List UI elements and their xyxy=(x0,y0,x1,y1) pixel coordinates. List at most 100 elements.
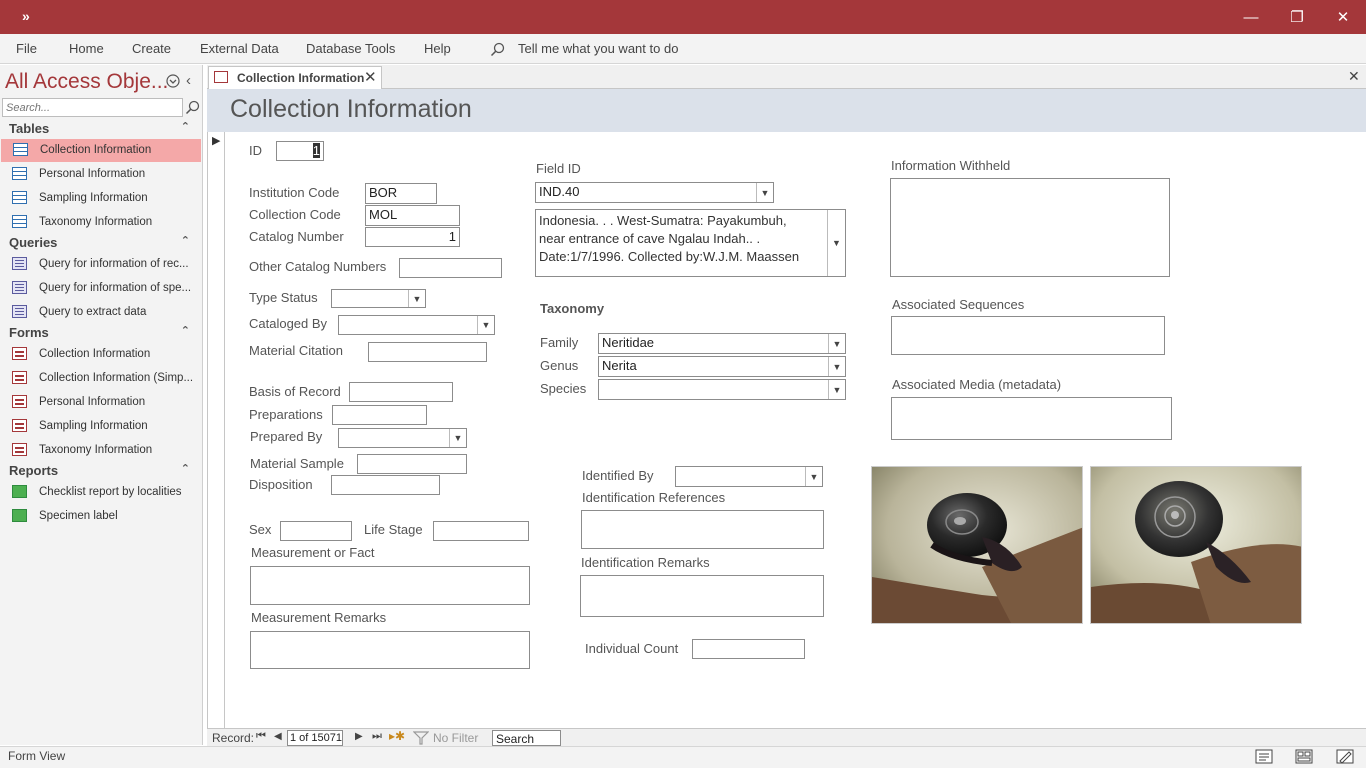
nav-item-form-personal-information[interactable]: Personal Information xyxy=(0,391,202,414)
chevron-down-icon[interactable]: ▼ xyxy=(756,183,773,202)
tab-home[interactable]: Home xyxy=(69,41,104,56)
restore-icon[interactable]: ❐ xyxy=(1274,0,1320,34)
life-stage-field[interactable] xyxy=(433,521,529,541)
next-record-icon[interactable]: ▶ xyxy=(355,731,363,742)
basis-of-record-field[interactable] xyxy=(349,382,453,402)
identification-remarks-field[interactable] xyxy=(580,575,824,617)
nav-item-form-collection-information-simple[interactable]: Collection Information (Simp... xyxy=(0,367,202,390)
record-selector[interactable] xyxy=(207,132,225,728)
catalog-number-field[interactable]: 1 xyxy=(365,227,460,247)
material-sample-field[interactable] xyxy=(357,454,467,474)
nav-item-table-sampling-information[interactable]: Sampling Information xyxy=(0,187,202,210)
nav-item-table-taxonomy-information[interactable]: Taxonomy Information xyxy=(0,211,202,234)
prepared-by-label: Prepared By xyxy=(250,429,323,444)
nav-item-table-collection-information[interactable]: Collection Information xyxy=(1,139,201,162)
chevron-down-icon[interactable]: ▼ xyxy=(828,357,845,376)
genus-combo[interactable]: Nerita ▼ xyxy=(598,356,846,377)
locality-memo[interactable]: Indonesia. . . West-Sumatra: Payakumbuh,… xyxy=(535,209,846,277)
close-icon[interactable]: ✕ xyxy=(1320,0,1366,34)
nav-section-tables[interactable]: Tables ⌃ xyxy=(0,118,202,140)
snail-image xyxy=(1091,467,1301,623)
institution-code-field[interactable]: BOR xyxy=(365,183,437,204)
chevron-down-icon[interactable]: ▼ xyxy=(805,467,822,486)
preparations-field[interactable] xyxy=(332,405,427,425)
sex-field[interactable] xyxy=(280,521,352,541)
design-view-icon[interactable] xyxy=(1336,749,1354,764)
species-combo[interactable]: ▼ xyxy=(598,379,846,400)
minimize-icon[interactable]: — xyxy=(1228,0,1274,34)
cataloged-by-combo[interactable]: ▼ xyxy=(338,315,495,335)
first-record-icon[interactable]: ⏮ xyxy=(256,730,266,743)
nav-item-label: Query for information of rec... xyxy=(39,258,189,270)
nav-item-label: Query to extract data xyxy=(39,306,147,318)
collapse-pane-icon[interactable]: ‹ xyxy=(186,72,191,89)
tab-database-tools[interactable]: Database Tools xyxy=(306,41,395,56)
chevron-down-icon[interactable]: ▼ xyxy=(449,429,466,447)
nav-item-form-sampling-information[interactable]: Sampling Information xyxy=(0,415,202,438)
measurement-or-fact-field[interactable] xyxy=(250,566,530,605)
tab-external-data[interactable]: External Data xyxy=(200,41,279,56)
disposition-field[interactable] xyxy=(331,475,440,495)
close-document-icon[interactable]: ✕ xyxy=(1348,68,1360,85)
sex-label: Sex xyxy=(249,522,272,537)
chevron-down-icon[interactable]: ▼ xyxy=(408,290,425,307)
field-id-combo[interactable]: IND.40 ▼ xyxy=(535,182,774,203)
nav-item-table-personal-information[interactable]: Personal Information xyxy=(0,163,202,186)
information-withheld-field[interactable] xyxy=(890,178,1170,277)
status-bar xyxy=(0,746,1366,768)
chevron-down-icon[interactable]: ▼ xyxy=(477,316,494,334)
last-record-icon[interactable]: ⏭ xyxy=(372,730,382,743)
identified-by-combo[interactable]: ▼ xyxy=(675,466,823,487)
nav-search-icon[interactable] xyxy=(185,100,200,115)
filter-status[interactable]: No Filter xyxy=(433,731,478,745)
previous-record-icon[interactable]: ◀ xyxy=(274,731,282,742)
tab-help[interactable]: Help xyxy=(424,41,451,56)
filter-icon[interactable] xyxy=(413,731,429,745)
chevron-down-icon[interactable]: ▼ xyxy=(828,380,845,399)
tab-file[interactable]: File xyxy=(16,41,37,56)
form-view-icon[interactable] xyxy=(1255,749,1273,764)
nav-item-label: Personal Information xyxy=(39,396,146,408)
specimen-photo-1[interactable] xyxy=(871,466,1083,624)
specimen-photo-2[interactable] xyxy=(1090,466,1302,624)
form-title: Collection Information xyxy=(230,95,472,123)
tab-create[interactable]: Create xyxy=(132,41,171,56)
other-catalog-numbers-label: Other Catalog Numbers xyxy=(249,259,387,274)
material-citation-field[interactable] xyxy=(368,342,487,362)
id-field[interactable]: 1 xyxy=(276,141,324,161)
identification-references-field[interactable] xyxy=(581,510,824,549)
nav-pane-title[interactable]: All Access Obje... xyxy=(5,70,168,94)
close-tab-icon[interactable]: ✕ xyxy=(364,68,377,86)
section-label: Forms xyxy=(9,325,49,340)
associated-media-field[interactable] xyxy=(891,397,1172,440)
record-search-input[interactable]: Search xyxy=(492,730,561,746)
family-combo[interactable]: Neritidae ▼ xyxy=(598,333,846,354)
quick-access-toolbar-icon[interactable]: » xyxy=(22,8,30,24)
nav-menu-dropdown-icon[interactable] xyxy=(166,74,180,88)
prepared-by-combo[interactable]: ▼ xyxy=(338,428,467,448)
type-status-combo[interactable]: ▼ xyxy=(331,289,426,308)
nav-item-label: Taxonomy Information xyxy=(39,216,153,228)
measurement-remarks-field[interactable] xyxy=(250,631,530,669)
chevron-down-icon[interactable]: ▼ xyxy=(827,210,845,276)
nav-item-form-collection-information[interactable]: Collection Information xyxy=(0,343,202,366)
nav-section-queries[interactable]: Queries ⌃ xyxy=(0,232,202,254)
nav-item-query-records[interactable]: Query for information of rec... xyxy=(0,253,202,276)
associated-sequences-field[interactable] xyxy=(891,316,1165,355)
nav-item-report-specimen-label[interactable]: Specimen label xyxy=(0,505,202,528)
layout-view-icon[interactable] xyxy=(1295,749,1313,764)
tell-me-input[interactable]: Tell me what you want to do xyxy=(518,41,678,56)
nav-item-report-checklist[interactable]: Checklist report by localities xyxy=(0,481,202,504)
record-position-field[interactable]: 1 of 15071 xyxy=(287,730,343,746)
nav-section-reports[interactable]: Reports ⌃ xyxy=(0,460,202,482)
nav-section-forms[interactable]: Forms ⌃ xyxy=(0,322,202,344)
nav-item-query-extract[interactable]: Query to extract data xyxy=(0,301,202,324)
collection-code-field[interactable]: MOL xyxy=(365,205,460,226)
individual-count-field[interactable] xyxy=(692,639,805,659)
new-record-icon[interactable]: ▸✱ xyxy=(389,729,405,743)
other-catalog-numbers-field[interactable] xyxy=(399,258,502,278)
nav-item-query-species[interactable]: Query for information of spe... xyxy=(0,277,202,300)
nav-item-form-taxonomy-information[interactable]: Taxonomy Information xyxy=(0,439,202,462)
chevron-down-icon[interactable]: ▼ xyxy=(828,334,845,353)
nav-search-input[interactable] xyxy=(2,98,183,117)
